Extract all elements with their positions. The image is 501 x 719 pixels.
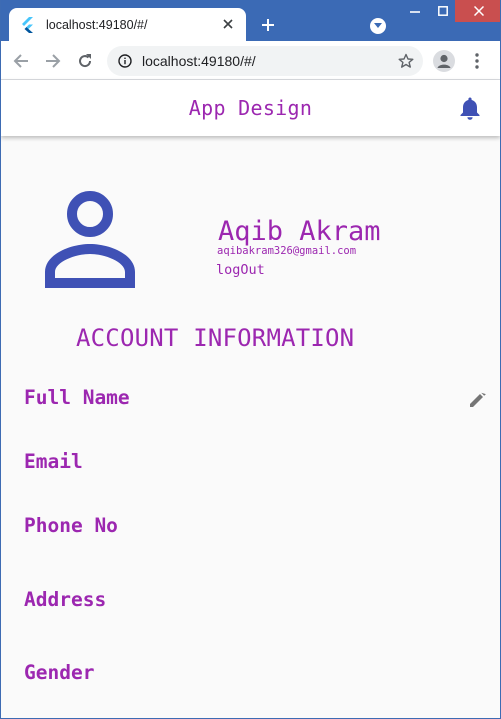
arrow-back-icon[interactable] [9,49,33,73]
pencil-icon[interactable] [467,388,489,410]
browser-window: localhost:49180/#/ localhost:49180/#/ Ap… [0,0,501,719]
maximize-icon[interactable] [428,0,458,22]
logout-button[interactable]: logOut [216,262,265,278]
section-title: ACCOUNT INFORMATION [76,324,355,352]
star-icon[interactable] [397,52,415,70]
field-label-gender: Gender [24,661,95,684]
address-bar[interactable]: localhost:49180/#/ [107,46,423,76]
browser-toolbar: localhost:49180/#/ [1,41,500,80]
user-name: Aqib Akram [218,216,381,247]
more-vert-icon[interactable] [469,50,485,72]
user-email: aqibakram326@gmail.com [217,245,357,257]
tab-title: localhost:49180/#/ [46,17,148,32]
tab-strip: localhost:49180/#/ [1,0,500,41]
arrow-forward-icon[interactable] [41,49,65,73]
person-outline-icon [37,188,143,294]
field-label-full-name: Full Name [24,386,130,409]
field-label-email: Email [24,450,83,473]
field-label-address: Address [24,588,107,611]
reload-icon[interactable] [73,49,97,73]
plus-icon[interactable] [257,14,279,36]
minimize-icon[interactable] [400,0,430,22]
app-bar: App Design [1,80,500,136]
url-text: localhost:49180/#/ [142,53,256,69]
close-icon[interactable] [220,16,236,32]
bell-icon[interactable] [457,95,483,121]
field-label-phone: Phone No [24,514,118,537]
app-title: App Design [188,96,313,120]
info-icon[interactable] [116,52,134,70]
flutter-icon [20,16,36,33]
browser-tab[interactable]: localhost:49180/#/ [9,8,246,41]
window-close-icon[interactable] [455,0,500,22]
account-circle-icon[interactable] [433,50,455,72]
profile-page: Aqib Akram aqibakram326@gmail.com logOut… [1,136,500,718]
chevron-down-icon[interactable] [370,18,386,34]
